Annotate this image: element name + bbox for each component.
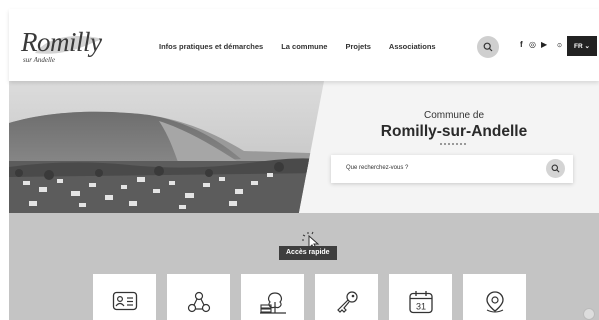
search-placeholder: Que recherchez-vous ? (346, 165, 409, 171)
community-icon (187, 291, 210, 313)
logo-subtext: sur Andelle (23, 56, 55, 64)
keys-icon (336, 291, 358, 313)
hero-landscape-image (9, 81, 324, 213)
youtube-icon[interactable]: ▶ (541, 40, 547, 50)
instagram-icon[interactable]: ◎ (529, 40, 536, 50)
facebook-icon[interactable]: f (520, 40, 523, 50)
page-title: Romilly-sur-Andelle (380, 123, 528, 140)
calendar-day: 31 (415, 302, 425, 312)
park-icon (259, 292, 286, 314)
search-icon (551, 164, 560, 173)
quick-access-card[interactable]: 31 (389, 274, 452, 320)
main-nav: Infos pratiques et démarches La commune … (159, 42, 454, 51)
site-header: Romilly sur Andelle Infos pratiques et d… (9, 9, 599, 81)
quick-access-card[interactable] (167, 274, 230, 320)
id-card-icon (112, 291, 137, 311)
search-icon (483, 42, 493, 52)
quick-access-card[interactable] (241, 274, 304, 320)
hero-kicker: Commune de (423, 110, 485, 121)
language-selector[interactable]: FR ⌄ (567, 36, 597, 56)
quick-access-label: Accès rapide (279, 246, 337, 260)
hero-search-input[interactable]: Que recherchez-vous ? (331, 155, 573, 183)
hero-content: Commune de Romilly-sur-Andelle Que reche… (309, 81, 599, 213)
logo-text: Romilly (21, 27, 102, 57)
nav-la-commune[interactable]: La commune (281, 42, 327, 51)
site-logo[interactable]: Romilly sur Andelle (21, 27, 106, 69)
scroll-top-button[interactable] (583, 308, 595, 320)
calendar-icon: 31 (408, 291, 433, 314)
quick-access-card[interactable] (463, 274, 526, 320)
hero-section: Commune de Romilly-sur-Andelle Que reche… (9, 81, 599, 213)
header-search-button[interactable] (477, 36, 499, 58)
accessibility-icon[interactable]: ⊙ (557, 41, 562, 51)
nav-infos-pratiques[interactable]: Infos pratiques et démarches (159, 42, 263, 51)
quick-access-card[interactable] (315, 274, 378, 320)
quick-access-section: Accès rapide 31 (9, 213, 599, 320)
hero-search-button[interactable] (546, 159, 565, 178)
nav-associations[interactable]: Associations (389, 42, 436, 51)
map-pin-icon (485, 291, 504, 313)
quick-access-card[interactable] (93, 274, 156, 320)
nav-projets[interactable]: Projets (345, 42, 370, 51)
quick-access-cards: 31 (93, 274, 526, 320)
title-underline (440, 143, 468, 145)
